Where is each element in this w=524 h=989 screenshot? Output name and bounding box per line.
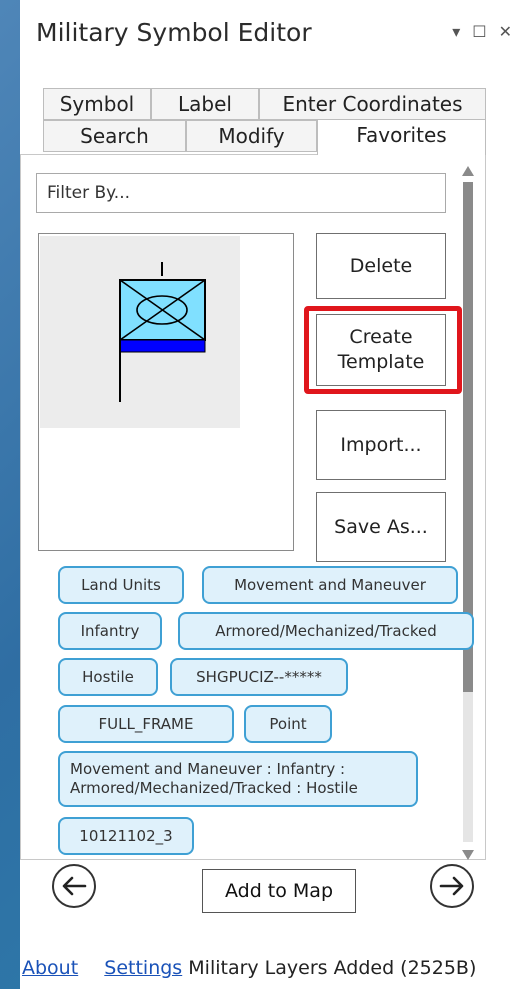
forward-button[interactable] — [430, 864, 474, 908]
tab-search[interactable]: Search — [43, 120, 186, 152]
pane-menu-dropdown-icon[interactable]: ▾ — [452, 24, 460, 40]
delete-button[interactable]: Delete — [316, 233, 446, 299]
back-button[interactable] — [52, 864, 96, 908]
tag-infantry[interactable]: Infantry — [58, 612, 162, 650]
scroll-track[interactable] — [463, 692, 473, 842]
tag-sidc[interactable]: SHGPUCIZ--***** — [170, 658, 348, 696]
window-controls: ▾ ☐ ✕ — [452, 24, 512, 40]
tab-favorites[interactable]: Favorites — [317, 119, 486, 155]
arrow-left-icon — [62, 876, 87, 896]
arrow-right-icon — [439, 876, 464, 896]
tag-movement-and-maneuver[interactable]: Movement and Maneuver — [202, 566, 458, 604]
tab-modify[interactable]: Modify — [186, 120, 317, 152]
filter-input[interactable]: Filter By... — [36, 173, 446, 213]
close-icon[interactable]: ✕ — [499, 24, 512, 40]
status-text: Military Layers Added (2525B) — [188, 957, 477, 979]
tab-label[interactable]: Label — [151, 88, 259, 120]
about-link[interactable]: About — [22, 957, 78, 979]
import-button[interactable]: Import... — [316, 410, 446, 480]
favorites-scrollbar[interactable] — [460, 166, 476, 860]
footer-bar: About Settings Military Layers Added (25… — [22, 957, 476, 979]
scroll-down-icon[interactable] — [462, 850, 474, 860]
tab-enter-coordinates[interactable]: Enter Coordinates — [259, 88, 486, 120]
tag-land-units[interactable]: Land Units — [58, 566, 184, 604]
tag-full-symbol-name[interactable]: Movement and Maneuver : Infantry : Armor… — [58, 751, 418, 807]
pane-title: Military Symbol Editor — [36, 18, 312, 47]
tag-favorite-id[interactable]: 10121102_3 — [58, 817, 194, 855]
tag-point[interactable]: Point — [244, 705, 332, 743]
tab-symbol[interactable]: Symbol — [43, 88, 151, 120]
scroll-up-icon[interactable] — [462, 166, 474, 176]
tag-hostile[interactable]: Hostile — [58, 658, 158, 696]
settings-link[interactable]: Settings — [104, 957, 182, 979]
tag-full-frame[interactable]: FULL_FRAME — [58, 705, 234, 743]
create-template-highlight — [304, 306, 462, 394]
maximize-icon[interactable]: ☐ — [472, 24, 486, 40]
military-unit-symbol-icon — [119, 262, 206, 402]
add-to-map-button[interactable]: Add to Map — [202, 869, 356, 913]
save-as-button[interactable]: Save As... — [316, 492, 446, 562]
tag-armored-mechanized-tracked[interactable]: Armored/Mechanized/Tracked — [178, 612, 474, 650]
